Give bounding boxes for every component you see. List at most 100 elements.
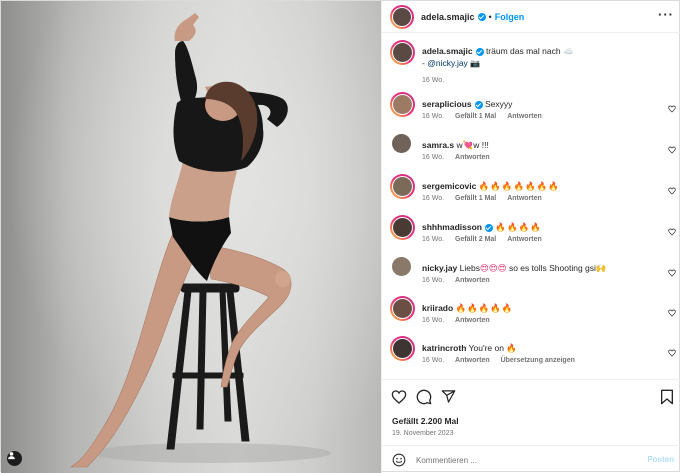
comment-time[interactable]: 16 Wo. — [422, 113, 444, 120]
heart-icon[interactable] — [668, 309, 676, 317]
photo-illustration — [1, 1, 381, 473]
caption-mention-link[interactable]: @nicky.jay — [427, 58, 468, 68]
comment-item: katrincroth You're on 🔥 16 Wo. Antworten… — [390, 336, 676, 372]
translate-button[interactable]: Übersetzung anzeigen — [501, 357, 575, 364]
avatar[interactable] — [392, 134, 411, 153]
comment-avatar-ring[interactable] — [390, 174, 415, 199]
heart-icon[interactable] — [668, 349, 676, 357]
heart-icon[interactable] — [668, 187, 676, 195]
avatar — [393, 7, 411, 26]
comment-time[interactable]: 16 Wo. — [422, 195, 444, 202]
comment-avatar-ring[interactable] — [390, 336, 415, 361]
comment-text-b: w !!! — [473, 140, 489, 150]
reply-button[interactable]: Antworten — [507, 113, 542, 120]
verified-icon — [475, 47, 484, 56]
comment-likes[interactable]: Gefällt 2 Mal — [455, 236, 496, 243]
verified-icon — [477, 12, 486, 21]
follow-button[interactable]: Folgen — [495, 12, 525, 22]
heart-icon[interactable] — [668, 105, 676, 113]
raising-hands-emoji: 🙌 — [595, 263, 607, 273]
caption-username[interactable]: adela.smajic — [422, 46, 473, 56]
comment-likes[interactable]: Gefällt 1 Mal — [455, 195, 496, 202]
more-horizontal-icon[interactable]: ··· — [658, 8, 674, 21]
reply-button[interactable]: Antworten — [455, 317, 490, 324]
send-icon[interactable] — [441, 389, 456, 404]
add-comment-bar: Posten — [382, 445, 680, 473]
comment-avatar-ring[interactable] — [390, 92, 415, 117]
comment-username[interactable]: shhhmadisson — [422, 222, 482, 232]
comment-item: shhhmadisson 🔥🔥🔥🔥 16 Wo. Gefällt 2 Mal A… — [390, 215, 676, 251]
like-count[interactable]: Gefällt 2.200 Mal — [392, 416, 459, 426]
smiley-icon[interactable] — [392, 453, 406, 467]
comment-time[interactable]: 16 Wo. — [422, 277, 444, 284]
avatar — [393, 339, 412, 358]
caption-dash: - — [422, 58, 425, 68]
comment-time[interactable]: 16 Wo. — [422, 236, 444, 243]
user-icon — [8, 452, 15, 460]
heart-arrow-emoji: 💘 — [462, 140, 474, 150]
fire-emoji: 🔥 — [506, 343, 518, 353]
comment-text-b: so es tolls Shooting gsi — [508, 263, 596, 273]
caption-avatar-ring[interactable] — [390, 40, 415, 65]
comments-list[interactable]: adela.smajic träum das mal nach ☁️ - @ni… — [382, 34, 680, 379]
header-username[interactable]: adela.smajic — [421, 12, 475, 22]
caption-text: träum das mal nach — [485, 46, 561, 56]
post-header: adela.smajic • Folgen ··· — [382, 1, 680, 33]
avatar — [393, 43, 412, 62]
reply-button[interactable]: Antworten — [455, 154, 490, 161]
comment-item: nicky.jay Liebs😍😍😍 so es tolls Shooting … — [390, 256, 676, 292]
comment-avatar-ring[interactable] — [390, 215, 415, 240]
caption-time[interactable]: 16 Wo. — [422, 77, 444, 84]
avatar[interactable] — [392, 257, 411, 276]
comment-text: You're on — [468, 343, 504, 353]
comment-username[interactable]: katrincroth — [422, 343, 466, 353]
story-ring[interactable] — [390, 4, 414, 29]
action-bar: Gefällt 2.200 Mal 19. November 2023 — [382, 379, 680, 445]
camera-emoji: 📷 — [470, 59, 481, 68]
comment-input[interactable] — [416, 454, 636, 466]
reply-button[interactable]: Antworten — [507, 236, 542, 243]
reply-button[interactable]: Antworten — [455, 357, 490, 364]
heart-icon[interactable] — [668, 228, 676, 236]
reply-button[interactable]: Antworten — [507, 195, 542, 202]
comment-username[interactable]: sergemicovic — [422, 181, 476, 191]
heart-icon[interactable] — [668, 146, 676, 154]
post-date[interactable]: 19. November 2023 — [392, 430, 453, 437]
comment-username[interactable]: seraplicious — [422, 99, 472, 109]
post-photo[interactable] — [1, 1, 381, 473]
comment-avatar-ring[interactable] — [390, 296, 415, 321]
comment-item: samra.s w💘w !!! 16 Wo. Antworten — [390, 133, 676, 169]
heart-icon[interactable] — [668, 269, 676, 277]
avatar — [393, 299, 412, 318]
avatar — [393, 177, 412, 196]
post-button[interactable]: Posten — [647, 455, 674, 464]
comment-username[interactable]: samra.s — [422, 140, 454, 150]
avatar — [393, 95, 412, 114]
comment-username[interactable]: nicky.jay — [422, 263, 457, 273]
comment-item: sergemicovic 🔥🔥🔥🔥🔥🔥🔥 16 Wo. Gefällt 1 Ma… — [390, 174, 676, 210]
comment-item: seraplicious Sexyyy 16 Wo. Gefällt 1 Mal… — [390, 92, 676, 128]
fire-emoji: 🔥🔥🔥🔥 — [495, 222, 542, 232]
heart-icon[interactable] — [391, 389, 407, 405]
comment-time[interactable]: 16 Wo. — [422, 357, 444, 364]
verified-icon — [484, 223, 493, 232]
tagged-users-button[interactable] — [7, 451, 22, 466]
fire-emoji: 🔥🔥🔥🔥🔥 — [455, 303, 514, 313]
comment-item: kriirado 🔥🔥🔥🔥🔥 16 Wo. Antworten — [390, 296, 676, 332]
reply-button[interactable]: Antworten — [455, 277, 490, 284]
header-separator: • — [488, 11, 492, 22]
fire-emoji: 🔥🔥🔥🔥🔥🔥🔥 — [478, 181, 560, 191]
comment-time[interactable]: 16 Wo. — [422, 317, 444, 324]
comment-icon[interactable] — [416, 389, 432, 405]
comment-text-a: Liebs — [459, 263, 480, 273]
caption: adela.smajic träum das mal nach ☁️ - @ni… — [390, 40, 676, 84]
comment-time[interactable]: 16 Wo. — [422, 154, 444, 161]
verified-icon — [474, 100, 483, 109]
comment-likes[interactable]: Gefällt 1 Mal — [455, 113, 496, 120]
avatar — [393, 218, 412, 237]
heart-eyes-emoji: 😍😍😍 — [480, 263, 507, 273]
post-dialog: adela.smajic • Folgen ··· adela.smajic t… — [0, 0, 680, 473]
comment-username[interactable]: kriirado — [422, 303, 453, 313]
bookmark-icon[interactable] — [660, 389, 674, 405]
post-sidebar: adela.smajic • Folgen ··· adela.smajic t… — [381, 1, 680, 473]
